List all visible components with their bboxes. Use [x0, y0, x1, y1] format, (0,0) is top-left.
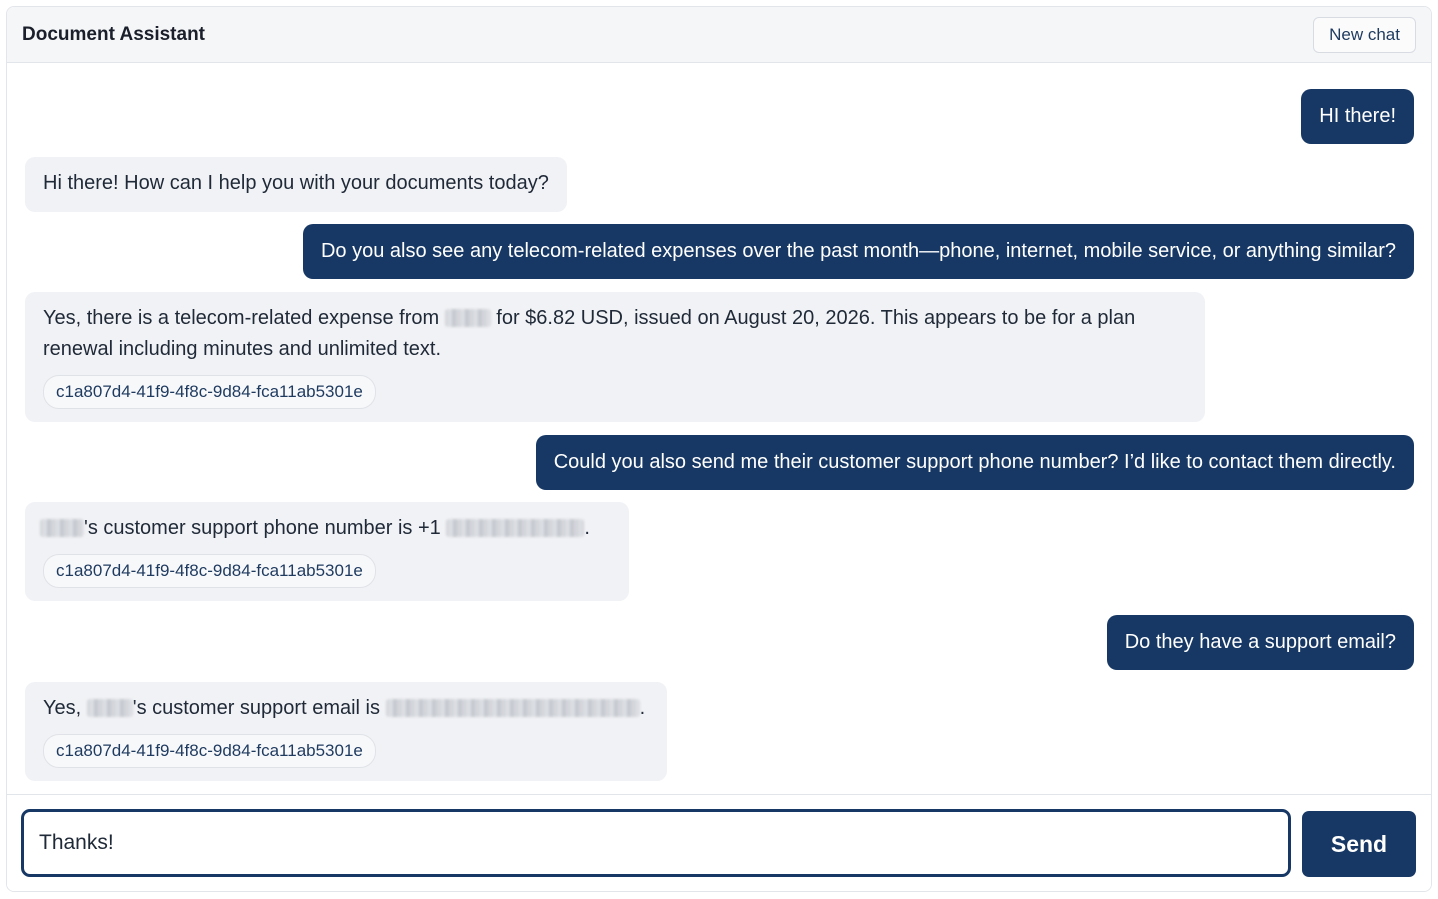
- message-composer: Send: [7, 794, 1431, 891]
- assistant-message: Yes, there is a telecom-related expense …: [25, 292, 1205, 422]
- message-text: Yes, there is a telecom-related expense …: [43, 303, 1187, 365]
- message-list[interactable]: HI there! Hi there! How can I help you w…: [7, 64, 1431, 794]
- message-text: HI there!: [1319, 105, 1396, 127]
- send-button[interactable]: Send: [1302, 811, 1416, 877]
- message-text-part: 's customer support email is: [132, 697, 380, 719]
- assistant-message: Yes, 's customer support email is . c1a8…: [25, 682, 667, 781]
- message-text-part: .: [584, 517, 590, 539]
- redacted-vendor-name: [444, 309, 491, 327]
- redacted-vendor-name: [86, 699, 133, 717]
- message-text-part: 's customer support phone number is +1: [84, 517, 441, 539]
- message-text: Do they have a support email?: [1124, 631, 1396, 653]
- user-message: Do they have a support email?: [1106, 615, 1414, 670]
- message-text-part: .: [639, 697, 646, 719]
- message-text: Could you also send me their customer su…: [553, 451, 1396, 473]
- chat-window: Document Assistant New chat HI there! Hi…: [6, 6, 1432, 892]
- redacted-phone-number: [446, 519, 585, 537]
- source-citation-chip[interactable]: c1a807d4-41f9-4f8c-9d84-fca11ab5301e: [43, 734, 376, 768]
- message-text-part: Yes, there is a telecom-related expense …: [43, 307, 440, 329]
- assistant-message: 's customer support phone number is +1 .…: [25, 502, 629, 601]
- user-message: HI there!: [1301, 89, 1414, 144]
- message-text: 's customer support phone number is +1 .: [40, 513, 611, 544]
- message-text: Yes, 's customer support email is .: [43, 693, 649, 724]
- user-message: Could you also send me their customer su…: [535, 435, 1414, 490]
- redacted-vendor-name: [40, 519, 84, 537]
- message-text: Do you also see any telecom-related expe…: [320, 240, 1396, 262]
- assistant-message: Hi there! How can I help you with your d…: [25, 157, 567, 212]
- message-input[interactable]: [21, 809, 1291, 877]
- message-text: Hi there! How can I help you with your d…: [43, 172, 549, 194]
- redacted-email-address: [385, 699, 640, 717]
- source-citation-chip[interactable]: c1a807d4-41f9-4f8c-9d84-fca11ab5301e: [43, 375, 376, 409]
- app-title: Document Assistant: [22, 23, 205, 45]
- message-text-part: Yes,: [43, 697, 82, 719]
- new-chat-button[interactable]: New chat: [1313, 16, 1416, 53]
- user-message: Do you also see any telecom-related expe…: [302, 224, 1414, 279]
- source-citation-chip[interactable]: c1a807d4-41f9-4f8c-9d84-fca11ab5301e: [43, 554, 376, 588]
- chat-header: Document Assistant New chat: [7, 7, 1431, 63]
